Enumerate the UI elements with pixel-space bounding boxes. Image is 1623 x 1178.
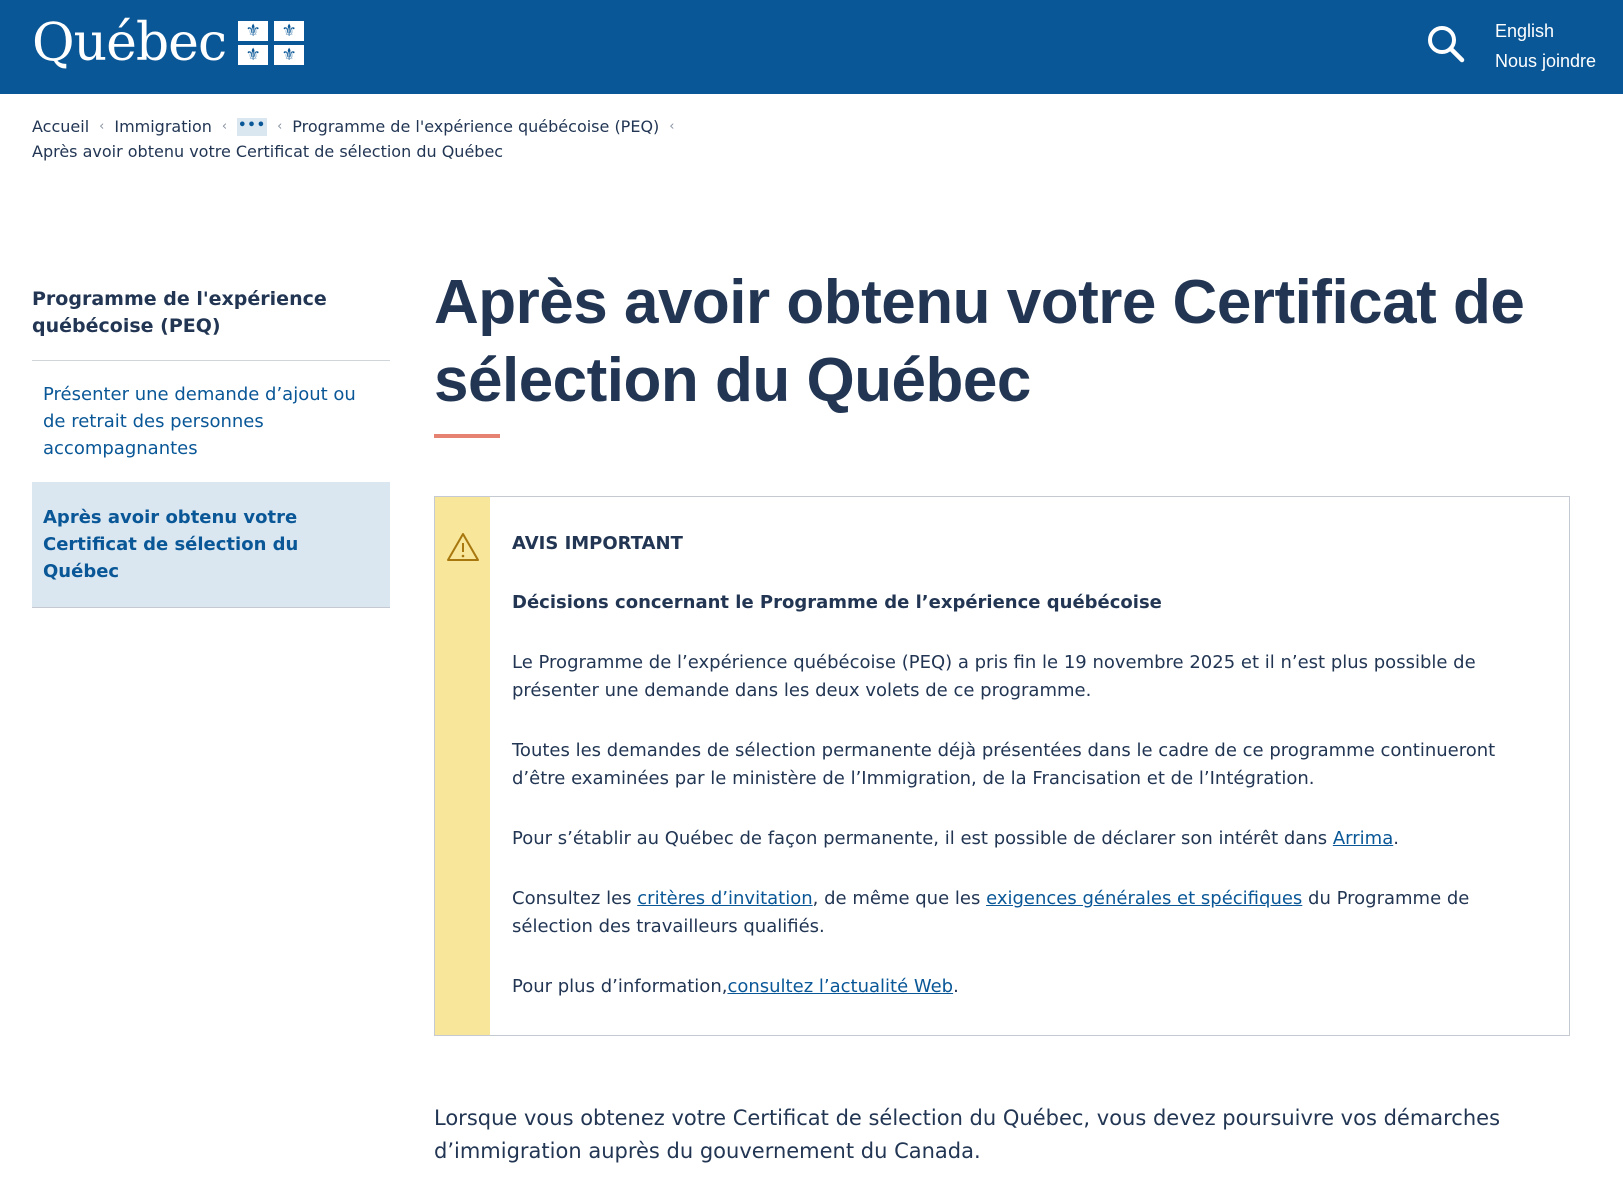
search-button[interactable]	[1426, 22, 1466, 66]
notice-paragraph-2: Toutes les demandes de sélection permane…	[512, 740, 1496, 789]
page-title: Après avoir obtenu votre Certificat de s…	[434, 268, 1525, 415]
quebec-logo[interactable]: Québec ⚜ ⚜ ⚜ ⚜	[32, 10, 305, 76]
side-navigation: Programme de l'expérience québécoise (PE…	[32, 286, 390, 608]
notice-paragraph-3: Pour s’établir au Québec de façon perman…	[512, 825, 1529, 853]
notice-text: Consultez les	[512, 888, 638, 909]
exigences-link[interactable]: exigences générales et spécifiques	[986, 888, 1302, 909]
notice-heading: Décisions concernant le Programme de l’e…	[512, 592, 1162, 613]
notice-text: .	[953, 976, 959, 997]
notice-text: Pour plus d’information,	[512, 976, 728, 997]
notice-accent-bar	[435, 497, 490, 1035]
actualite-web-link[interactable]: consultez l’actualité Web	[727, 976, 953, 997]
warning-icon	[447, 533, 479, 561]
breadcrumb-peq[interactable]: Programme de l'expérience québécoise (PE…	[292, 114, 659, 139]
breadcrumb-home[interactable]: Accueil	[32, 114, 89, 139]
chevron-left-icon: ‹	[99, 119, 105, 134]
notice-body: AVIS IMPORTANT Décisions concernant le P…	[490, 497, 1569, 1035]
breadcrumb-current: Après avoir obtenu votre Certificat de s…	[32, 142, 504, 161]
breadcrumb: Accueil ‹ Immigration ‹ ••• ‹ Programme …	[32, 114, 1132, 164]
main-content: Après avoir obtenu votre Certificat de s…	[434, 264, 1574, 438]
chevron-left-icon: ‹	[669, 119, 675, 134]
important-notice: AVIS IMPORTANT Décisions concernant le P…	[434, 496, 1570, 1036]
notice-text: Pour s’établir au Québec de façon perman…	[512, 828, 1333, 849]
notice-text: , de même que les	[812, 888, 987, 909]
intro-paragraph: Lorsque vous obtenez votre Certificat de…	[434, 1106, 1501, 1163]
notice-paragraph-5: Pour plus d’information,consultez l’actu…	[512, 973, 1529, 1001]
title-underline	[434, 434, 500, 438]
notice-paragraph-4: Consultez les critères d’invitation, de …	[512, 885, 1529, 941]
side-nav-title[interactable]: Programme de l'expérience québécoise (PE…	[32, 286, 390, 361]
breadcrumb-more-button[interactable]: •••	[237, 117, 268, 136]
english-link[interactable]: English	[1495, 16, 1596, 46]
logo-text: Québec	[32, 13, 227, 73]
side-nav-item-ajout-retrait[interactable]: Présenter une demande d’ajout ou de retr…	[32, 361, 390, 482]
search-icon	[1428, 26, 1465, 63]
criteres-invitation-link[interactable]: critères d’invitation	[637, 888, 812, 909]
chevron-left-icon: ‹	[277, 119, 283, 134]
contact-link[interactable]: Nous joindre	[1495, 46, 1596, 76]
notice-text: .	[1393, 828, 1399, 849]
arrima-link[interactable]: Arrima	[1333, 828, 1393, 849]
breadcrumb-immigration[interactable]: Immigration	[114, 114, 212, 139]
fleur-de-lis-icon: ⚜ ⚜ ⚜ ⚜	[238, 21, 305, 65]
site-header: Québec ⚜ ⚜ ⚜ ⚜ English Nous joindre	[0, 0, 1623, 94]
header-links: English Nous joindre	[1495, 16, 1596, 76]
side-nav-item-apres-csq[interactable]: Après avoir obtenu votre Certificat de s…	[32, 482, 390, 608]
notice-paragraph-1: Le Programme de l’expérience québécoise …	[512, 652, 1476, 701]
notice-label: AVIS IMPORTANT	[512, 533, 683, 554]
chevron-left-icon: ‹	[221, 119, 228, 134]
